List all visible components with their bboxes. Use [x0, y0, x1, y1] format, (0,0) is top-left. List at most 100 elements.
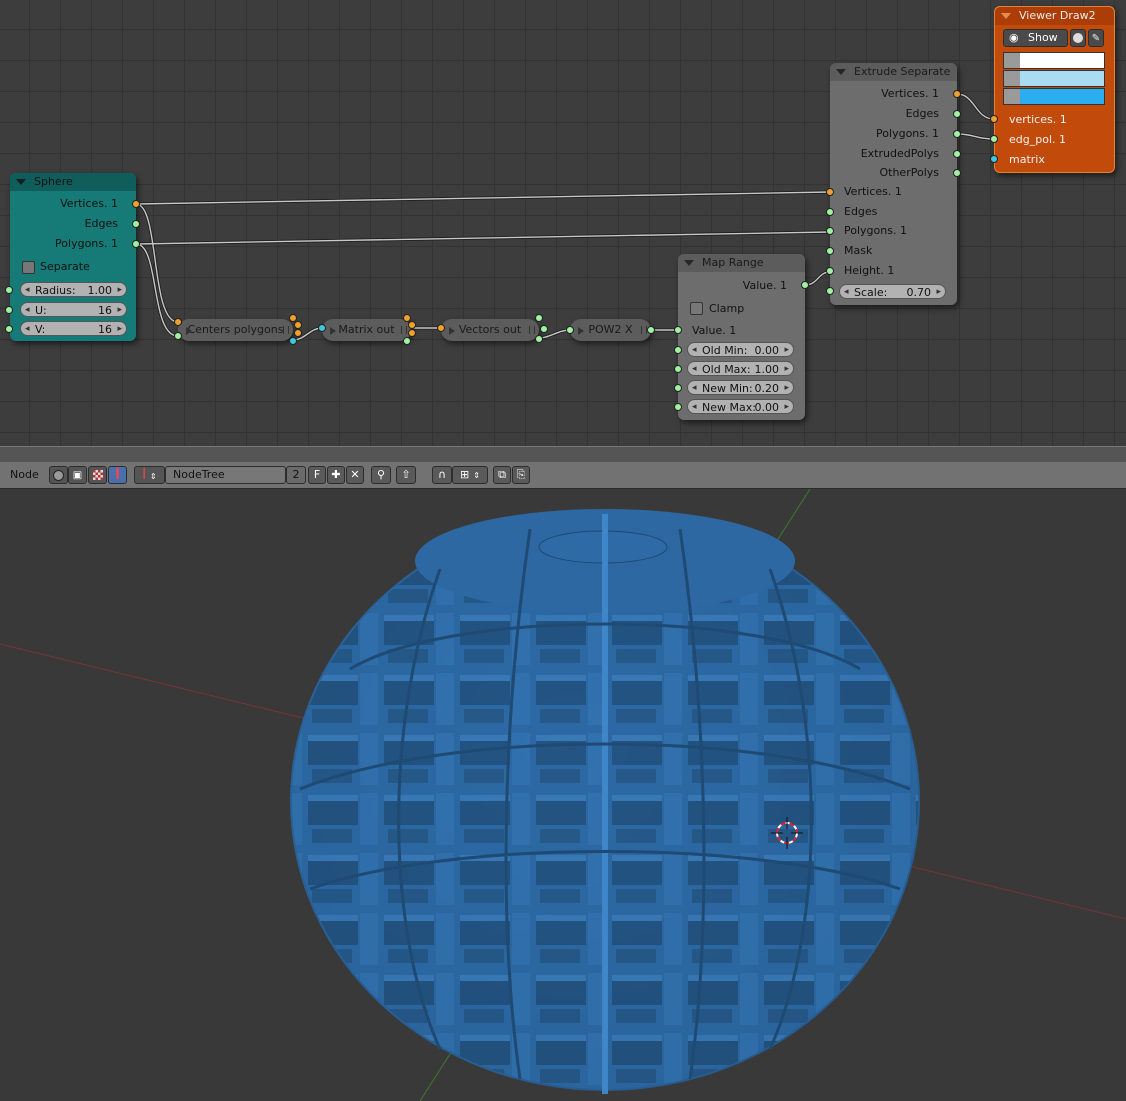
shading-toggle-button[interactable]: [1070, 29, 1086, 47]
vertex-color-row[interactable]: [1003, 52, 1105, 69]
shader-tree-button[interactable]: [49, 466, 68, 484]
extrude-vertices-out-socket[interactable]: [953, 90, 961, 98]
face-color-swatch[interactable]: [1020, 89, 1104, 104]
old-max-socket[interactable]: [674, 365, 682, 373]
extrude-other-out-socket[interactable]: [953, 169, 961, 177]
node-editor[interactable]: Sphere Vertices. 1 Edges Polygons. 1 Sep…: [0, 0, 1126, 446]
v-field[interactable]: V: 16: [20, 321, 127, 337]
node-editor-header[interactable]: Node ▣ ꟾ ꟾ ⇕ NodeTree 2 F ✚ ✕ ⚲ ⇧ ∩ ⊞ ⇕ ⧉ …: [0, 462, 1126, 489]
sverchok-tree-button[interactable]: ꟾ: [108, 466, 127, 484]
edge-color-row[interactable]: [1003, 70, 1105, 87]
map-range-header[interactable]: Map Range: [678, 254, 805, 272]
v-input-socket[interactable]: [5, 325, 13, 333]
bake-button[interactable]: ✎: [1088, 29, 1104, 47]
clamp-checkbox[interactable]: [690, 302, 703, 315]
expand-arrow-icon[interactable]: [330, 327, 336, 335]
edge-color-swatch[interactable]: [1020, 71, 1104, 86]
viewer-draw-header[interactable]: Viewer Draw2: [995, 7, 1114, 25]
viewer-edgpol-socket[interactable]: [990, 135, 998, 143]
collapse-triangle-icon[interactable]: [684, 260, 694, 266]
centers-matrix-out-socket[interactable]: [289, 337, 297, 345]
pow2-out-socket[interactable]: [647, 326, 655, 334]
centers-out-socket-2[interactable]: [294, 321, 302, 329]
u-field[interactable]: U: 16: [20, 302, 127, 318]
new-min-socket[interactable]: [674, 384, 682, 392]
extrude-extruded-out-socket[interactable]: [953, 150, 961, 158]
extrude-polygons-out-socket[interactable]: [953, 130, 961, 138]
unlink-tree-button[interactable]: ✕: [346, 466, 364, 484]
collapse-triangle-icon[interactable]: [1001, 13, 1011, 19]
centers-out-socket-3[interactable]: [294, 329, 302, 337]
show-toggle-button[interactable]: ◉ Show: [1003, 29, 1068, 47]
sphere-vertices-socket[interactable]: [132, 200, 140, 208]
u-input-socket[interactable]: [5, 306, 13, 314]
tree-name-field[interactable]: NodeTree: [165, 466, 286, 484]
map-range-node[interactable]: Map Range Value. 1 Clamp Value. 1 Old Mi…: [678, 254, 805, 420]
extrude-height-in-socket[interactable]: [826, 267, 834, 275]
old-min-field[interactable]: Old Min: 0.00: [687, 342, 794, 358]
face-color-row[interactable]: [1003, 88, 1105, 105]
paste-nodes-button[interactable]: ⎘: [512, 466, 530, 484]
pow2-in-socket[interactable]: [566, 326, 574, 334]
matrix-out-scale-socket[interactable]: [408, 321, 416, 329]
centers-vertices-in-socket[interactable]: [174, 318, 182, 326]
viewer-vertices-socket[interactable]: [990, 115, 998, 123]
tree-browse-button[interactable]: ꟾ ⇕: [134, 466, 165, 484]
radius-field[interactable]: Radius: 1.00: [20, 282, 127, 298]
copy-nodes-button[interactable]: ⧉: [493, 466, 511, 484]
sphere-node[interactable]: Sphere Vertices. 1 Edges Polygons. 1 Sep…: [10, 173, 136, 341]
expand-arrow-icon[interactable]: [578, 327, 584, 335]
centers-polygons-node[interactable]: Centers polygons: [178, 319, 293, 341]
vectors-y-socket[interactable]: [540, 325, 548, 333]
vectors-out-node[interactable]: Vectors out: [441, 319, 539, 341]
new-max-field[interactable]: New Max:0.00: [687, 399, 794, 415]
fake-user-button[interactable]: F: [308, 466, 326, 484]
users-count[interactable]: 2: [286, 466, 306, 484]
map-range-out-socket[interactable]: [801, 281, 809, 289]
vectors-x-socket[interactable]: [535, 314, 543, 322]
old-max-field[interactable]: Old Max:1.00: [687, 361, 794, 377]
extrude-edges-in-socket[interactable]: [826, 208, 834, 216]
extrude-separate-node[interactable]: Extrude Separate Vertices. 1 Edges Polyg…: [830, 63, 957, 305]
viewer-matrix-socket[interactable]: [990, 155, 998, 163]
extrude-mask-in-socket[interactable]: [826, 247, 834, 255]
vectors-in-socket[interactable]: [437, 324, 445, 332]
extrude-scale-in-socket[interactable]: [826, 287, 834, 295]
3d-viewport[interactable]: [0, 489, 1126, 1101]
snap-element-select[interactable]: ⊞ ⇕: [452, 466, 488, 484]
pow2-node[interactable]: POW2 X: [570, 319, 651, 341]
editor-label[interactable]: Node: [10, 468, 39, 481]
vectors-z-socket[interactable]: [535, 335, 543, 343]
parent-tree-button[interactable]: ⇧: [396, 466, 416, 484]
old-min-socket[interactable]: [674, 346, 682, 354]
pin-button[interactable]: ⚲: [371, 466, 391, 484]
matrix-out-rotation-socket[interactable]: [408, 329, 416, 337]
collapse-triangle-icon[interactable]: [836, 69, 846, 75]
vertex-color-swatch[interactable]: [1020, 53, 1104, 68]
matrix-out-node[interactable]: Matrix out: [322, 319, 411, 341]
extrude-vertices-in-socket[interactable]: [826, 188, 834, 196]
collapse-triangle-icon[interactable]: [16, 179, 26, 185]
separate-checkbox[interactable]: [22, 261, 35, 274]
sphere-node-header[interactable]: Sphere: [10, 173, 136, 191]
radius-input-socket[interactable]: [5, 286, 13, 294]
matrix-in-socket[interactable]: [318, 324, 326, 332]
compositing-tree-button[interactable]: ▣: [68, 466, 87, 484]
extrude-separate-header[interactable]: Extrude Separate: [830, 63, 957, 81]
snap-toggle-button[interactable]: ∩: [432, 466, 452, 484]
new-tree-button[interactable]: ✚: [327, 466, 345, 484]
new-max-socket[interactable]: [674, 403, 682, 411]
map-range-in-socket[interactable]: [674, 326, 682, 334]
texture-tree-button[interactable]: [88, 466, 107, 484]
new-min-field[interactable]: New Min:0.20: [687, 380, 794, 396]
extrude-polygons-in-socket[interactable]: [826, 227, 834, 235]
matrix-out-angle-socket[interactable]: [403, 337, 411, 345]
extrude-edges-out-socket[interactable]: [953, 110, 961, 118]
scale-field[interactable]: Scale: 0.70: [839, 284, 946, 300]
expand-arrow-icon[interactable]: [186, 327, 192, 335]
expand-arrow-icon[interactable]: [449, 327, 455, 335]
area-splitter[interactable]: [0, 446, 1126, 463]
sphere-edges-socket[interactable]: [132, 220, 140, 228]
sphere-polygons-socket[interactable]: [132, 240, 140, 248]
centers-polygons-in-socket[interactable]: [174, 332, 182, 340]
